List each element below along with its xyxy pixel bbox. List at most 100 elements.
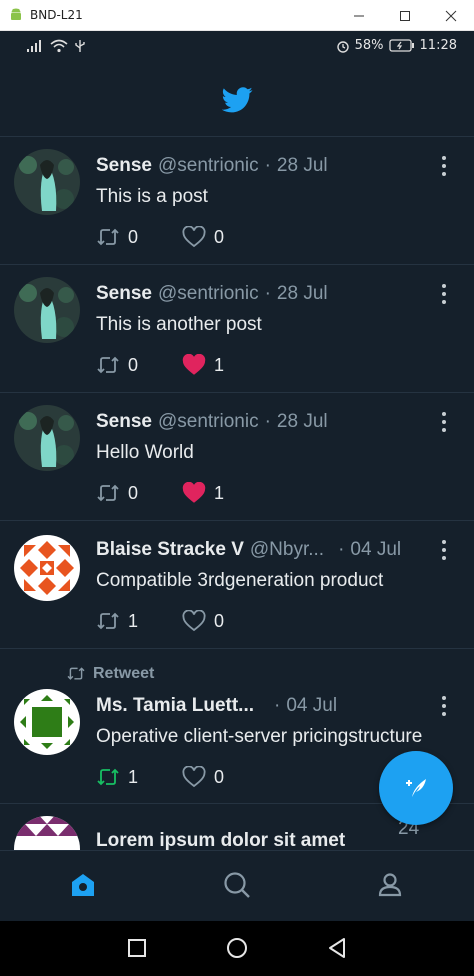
alarm-icon	[336, 40, 349, 53]
like-button[interactable]: 0	[182, 226, 224, 248]
tweet-item[interactable]: Sense @sentrionic · 28 Jul This is anoth…	[0, 265, 474, 393]
window-title: BND-L21	[30, 8, 83, 22]
retweet-count: 0	[128, 482, 139, 503]
avatar[interactable]	[14, 405, 80, 471]
tweet-text: This is another post	[96, 314, 262, 335]
minimize-button[interactable]	[336, 0, 382, 31]
tweet-feed[interactable]: Sense @sentrionic · 28 Jul This is a pos…	[0, 137, 474, 850]
compose-tweet-button[interactable]	[379, 751, 453, 825]
tweet-separator: ·	[338, 539, 345, 560]
heart-filled-icon	[182, 354, 206, 375]
avatar[interactable]	[14, 277, 80, 343]
tweet-text: Operative client-server pricingstructure	[96, 726, 423, 747]
tweet-text: Compatible 3rdgeneration product	[96, 570, 384, 591]
retweet-button[interactable]: 0	[96, 482, 138, 504]
tweet-text: This is a post	[96, 186, 208, 207]
tweet-author-name[interactable]: Sense	[96, 411, 152, 433]
tweet-author-handle: @sentrionic	[157, 283, 259, 304]
home-icon	[72, 874, 94, 896]
profile-icon	[378, 873, 402, 897]
avatar[interactable]	[14, 816, 80, 850]
android-icon	[11, 8, 21, 20]
heart-outline-icon	[182, 766, 206, 788]
tweet-author-name[interactable]: Sense	[96, 283, 152, 305]
nav-home[interactable]	[66, 868, 100, 902]
like-button[interactable]: 1	[182, 482, 224, 504]
search-icon	[224, 872, 250, 898]
like-button[interactable]: 0	[182, 766, 224, 788]
more-options-icon[interactable]	[434, 154, 454, 178]
retweet-active-icon	[97, 768, 119, 786]
retweet-count: 0	[128, 226, 139, 247]
tweet-author-name[interactable]: Ms. Tamia Luett...	[96, 695, 254, 717]
bottom-navigation	[0, 850, 474, 921]
tweet-date: 04 Jul	[286, 695, 338, 716]
more-options-icon[interactable]	[434, 282, 454, 306]
retweet-indicator-label: Retweet	[93, 665, 155, 682]
more-options-icon[interactable]	[434, 410, 454, 434]
tweet-author-handle: @sentrionic	[157, 155, 259, 176]
tweet-author-name[interactable]: Sense	[96, 155, 152, 177]
retweet-icon	[97, 228, 119, 246]
more-options-icon[interactable]	[434, 694, 454, 718]
tweet-separator: ·	[264, 411, 271, 432]
minimize-icon	[354, 15, 364, 16]
back-button[interactable]	[324, 935, 350, 961]
like-button[interactable]: 1	[182, 354, 224, 376]
retweet-button[interactable]: 1	[96, 766, 138, 788]
nav-search[interactable]	[220, 868, 254, 902]
battery-icon	[388, 39, 414, 52]
tweet-date: 28 Jul	[276, 283, 328, 304]
top-app-bar	[0, 63, 474, 137]
tweet-author-name[interactable]: Lorem ipsum dolor sit amet	[96, 830, 345, 850]
retweet-count: 1	[128, 610, 139, 631]
retweet-count: 0	[128, 354, 139, 375]
back-icon	[329, 938, 345, 958]
heart-filled-icon	[182, 482, 206, 503]
phone-screen: 58% 11:28 Sense @sentrionic · 28 Jul Thi…	[0, 31, 474, 976]
like-count: 1	[214, 354, 225, 375]
retweet-button[interactable]: 0	[96, 226, 138, 248]
tweet-author-name[interactable]: Blaise Stracke V	[96, 539, 244, 561]
like-count: 1	[214, 482, 225, 503]
twitter-bird-icon[interactable]	[221, 86, 253, 114]
recents-icon	[128, 939, 146, 957]
retweet-icon	[97, 356, 119, 374]
nav-profile[interactable]	[373, 868, 407, 902]
compose-tweet-icon	[406, 779, 426, 797]
like-button[interactable]: 0	[182, 610, 224, 632]
more-options-icon[interactable]	[434, 538, 454, 562]
system-navigation-bar	[0, 921, 474, 976]
status-bar: 58% 11:28	[0, 31, 474, 63]
signal-icon	[27, 40, 41, 52]
retweet-icon	[97, 484, 119, 502]
tweet-text: Hello World	[96, 442, 194, 463]
tweet-item[interactable]: Blaise Stracke V @Nbyr... · 04 Jul Compa…	[0, 521, 474, 649]
heart-outline-icon	[182, 610, 206, 632]
like-count: 0	[214, 766, 225, 787]
retweet-indicator: Retweet	[66, 665, 154, 683]
tweet-separator: ·	[264, 283, 271, 304]
home-button[interactable]	[224, 935, 250, 961]
close-icon	[445, 10, 457, 21]
retweet-button[interactable]: 0	[96, 354, 138, 376]
avatar[interactable]	[14, 535, 80, 601]
tweet-item[interactable]: Sense @sentrionic · 28 Jul This is a pos…	[0, 137, 474, 265]
avatar[interactable]	[14, 689, 80, 755]
tweet-item[interactable]: Sense @sentrionic · 28 Jul Hello World 0	[0, 393, 474, 521]
heart-outline-icon	[182, 226, 206, 248]
window-title-bar: BND-L21	[0, 0, 474, 31]
tweet-separator: ·	[264, 155, 271, 176]
retweet-count: 1	[128, 766, 139, 787]
retweet-button[interactable]: 1	[96, 610, 138, 632]
retweet-icon	[97, 612, 119, 630]
tweet-author-handle: @Nbyr...	[249, 539, 325, 560]
home-circle-icon	[227, 938, 247, 958]
recents-button[interactable]	[124, 935, 150, 961]
tweet-date: 04 Jul	[350, 539, 402, 560]
avatar[interactable]	[14, 149, 80, 215]
close-button[interactable]	[428, 0, 474, 31]
wifi-icon	[50, 39, 68, 53]
maximize-button[interactable]	[382, 0, 428, 31]
tweet-date: 28 Jul	[276, 155, 328, 176]
